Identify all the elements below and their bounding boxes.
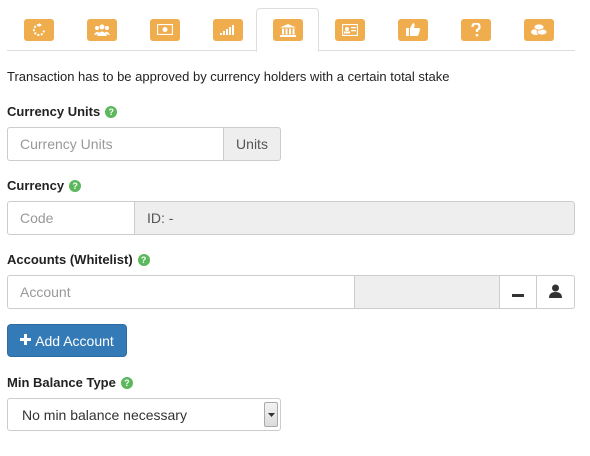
- chevron-down-icon[interactable]: [264, 402, 278, 427]
- help-icon[interactable]: ?: [105, 105, 118, 118]
- units-addon: Units: [223, 127, 281, 161]
- signal-icon: [212, 18, 243, 41]
- tab-id-card[interactable]: [318, 8, 381, 51]
- money-icon: [149, 18, 180, 41]
- account-input[interactable]: Account: [7, 275, 355, 309]
- currency-units-placeholder: Currency Units: [20, 136, 113, 152]
- account-placeholder: Account: [20, 284, 71, 300]
- accounts-label: Accounts (Whitelist) ?: [7, 252, 150, 267]
- description-text: Transaction has to be approved by curren…: [7, 69, 450, 84]
- tab-bank[interactable]: [256, 8, 319, 52]
- tab-question[interactable]: [444, 8, 507, 51]
- currency-units-label: Currency Units ?: [7, 104, 118, 119]
- id-card-icon: [334, 18, 365, 41]
- tab-money[interactable]: [133, 8, 196, 51]
- currency-id-display: ID: -: [134, 201, 575, 235]
- min-balance-selected: No min balance necessary: [22, 406, 187, 423]
- tab-coins[interactable]: [507, 8, 570, 51]
- currency-code-input[interactable]: Code: [7, 201, 135, 235]
- help-icon[interactable]: ?: [137, 253, 150, 266]
- account-display: [354, 275, 500, 309]
- min-balance-label: Min Balance Type ?: [7, 375, 133, 390]
- currency-label-text: Currency: [7, 178, 65, 193]
- help-icon[interactable]: ?: [120, 376, 133, 389]
- help-icon[interactable]: ?: [69, 179, 82, 192]
- tab-signal[interactable]: [196, 8, 259, 51]
- select-account-button[interactable]: [536, 275, 575, 309]
- add-account-label: Add Account: [35, 332, 114, 349]
- add-account-button[interactable]: Add Account: [7, 324, 127, 357]
- tab-thumbs-up[interactable]: [381, 8, 444, 51]
- users-icon: [86, 18, 117, 41]
- refresh-icon: [23, 18, 54, 41]
- accounts-label-text: Accounts (Whitelist): [7, 252, 133, 267]
- user-icon: [549, 284, 562, 301]
- currency-units-label-text: Currency Units: [7, 104, 101, 119]
- currency-label: Currency ?: [7, 178, 82, 193]
- tab-refresh[interactable]: [7, 8, 70, 51]
- coins-icon: [523, 18, 554, 41]
- minus-icon: [512, 284, 524, 300]
- plus-icon: [20, 332, 32, 349]
- currency-units-input[interactable]: Currency Units: [7, 127, 224, 161]
- tab-users[interactable]: [70, 8, 133, 51]
- question-icon: [460, 18, 491, 41]
- min-balance-label-text: Min Balance Type: [7, 375, 116, 390]
- tab-bar: [7, 8, 575, 52]
- remove-account-button[interactable]: [499, 275, 537, 309]
- thumbs-up-icon: [397, 18, 428, 41]
- min-balance-select[interactable]: No min balance necessary: [7, 398, 281, 431]
- bank-icon: [272, 19, 303, 41]
- currency-code-placeholder: Code: [20, 210, 54, 226]
